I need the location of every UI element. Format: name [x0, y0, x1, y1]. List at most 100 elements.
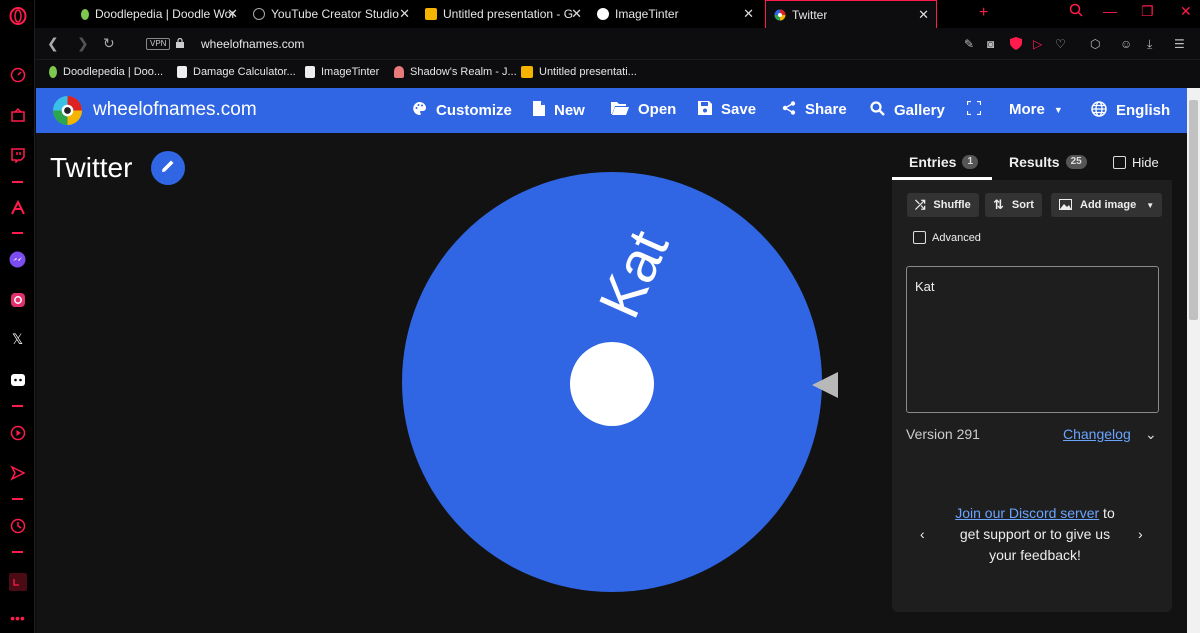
site-title[interactable]: wheelofnames.com [93, 99, 257, 121]
bookmark-shadows-realm[interactable]: Shadow's Realm - J... [394, 66, 517, 78]
edit-title-button[interactable] [151, 151, 185, 185]
checkbox-icon[interactable] [913, 231, 926, 244]
reload-icon[interactable]: ↻ [103, 35, 115, 52]
extensions-cube-icon[interactable]: ⬡ [1090, 37, 1100, 51]
workspace-icon[interactable] [8, 572, 27, 591]
tab-label: YouTube Creator Studio [271, 7, 399, 21]
player-icon[interactable] [8, 423, 27, 442]
minimize-icon[interactable]: — [1103, 3, 1117, 19]
aria-icon[interactable] [8, 198, 27, 217]
share-label: Share [805, 101, 847, 118]
vpn-badge[interactable]: VPN [146, 38, 171, 50]
image-icon [1059, 198, 1072, 213]
page-icon [177, 66, 187, 78]
x-twitter-icon[interactable]: 𝕏 [8, 330, 27, 349]
carousel-prev-icon[interactable]: ‹ [920, 526, 925, 542]
hide-checkbox[interactable]: Hide [1113, 155, 1159, 170]
bookmark-untitled-presentation[interactable]: Untitled presentati... [521, 66, 637, 78]
close-window-icon[interactable]: ✕ [1180, 3, 1192, 20]
speed-dial-icon[interactable] [8, 65, 27, 84]
carousel-next-icon[interactable]: › [1138, 526, 1143, 542]
globe-icon [1091, 101, 1107, 120]
restore-icon[interactable]: ❐ [1141, 3, 1154, 20]
chevron-down-icon[interactable]: ⌄ [1145, 426, 1157, 443]
close-tab-icon[interactable]: ✕ [399, 6, 410, 22]
heart-icon[interactable]: ♡ [1055, 37, 1066, 51]
discord-icon[interactable] [8, 370, 27, 389]
game-icon[interactable] [8, 105, 27, 124]
entries-count-badge: 1 [962, 155, 979, 169]
tab-twitter-active[interactable]: Twitter ✕ [765, 0, 937, 28]
rail-divider [12, 181, 23, 183]
history-icon[interactable] [8, 516, 27, 535]
results-tab[interactable]: Results 25 [1009, 154, 1087, 170]
language-button[interactable]: English [1091, 101, 1170, 120]
bookmark-doodlepedia[interactable]: Doodlepedia | Doo... [49, 66, 163, 78]
snapshot-edit-icon[interactable]: ✎ [964, 37, 974, 51]
close-tab-icon[interactable]: ✕ [571, 6, 582, 22]
bookmark-imagetinter[interactable]: ImageTinter [305, 66, 379, 78]
doodle-favicon-icon [81, 8, 89, 20]
customize-button[interactable]: Customize [412, 101, 512, 119]
language-label: English [1116, 102, 1171, 119]
ghost-favicon-icon [394, 66, 404, 78]
lock-icon [176, 38, 184, 48]
entries-tab[interactable]: Entries 1 [909, 154, 979, 170]
opera-logo-icon[interactable] [8, 6, 27, 25]
adblock-shield-icon[interactable] [1010, 37, 1022, 53]
fullscreen-icon [965, 99, 983, 118]
slides-favicon-icon [425, 8, 437, 20]
send-icon[interactable] [8, 463, 27, 482]
wheel-of-names[interactable]: Kat [402, 172, 822, 592]
page-scrollbar-thumb[interactable] [1189, 100, 1198, 320]
close-tab-icon[interactable]: ✕ [743, 6, 754, 22]
messenger-icon[interactable] [8, 250, 27, 269]
forward-icon[interactable]: ❯ [77, 35, 89, 52]
wheel-logo-icon[interactable] [52, 95, 83, 126]
close-tab-icon[interactable]: ✕ [918, 7, 929, 23]
fullscreen-button[interactable] [965, 99, 990, 118]
download-icon[interactable]: ⤓ [1147, 37, 1152, 52]
save-label: Save [721, 101, 757, 118]
tab-doodlepedia[interactable]: Doodlepedia | Doodle Wor ✕ [73, 0, 245, 28]
checkbox-icon[interactable] [1113, 156, 1126, 169]
bookmark-label: Doodlepedia | Doo... [63, 66, 164, 78]
url-field[interactable]: wheelofnames.com [201, 37, 304, 51]
save-icon [698, 101, 712, 118]
camera-icon[interactable]: ◙ [987, 37, 994, 51]
new-tab-button[interactable]: + [979, 4, 988, 22]
add-image-button[interactable]: Add image ▼ [1051, 193, 1163, 217]
open-button[interactable]: Open [611, 101, 676, 118]
discord-link[interactable]: Join our Discord server [955, 505, 1099, 521]
player-send-icon[interactable]: ▷ [1033, 37, 1042, 51]
wheel-title: Twitter [50, 152, 133, 183]
close-tab-icon[interactable]: ✕ [227, 6, 238, 22]
tab-search-icon[interactable] [1069, 3, 1083, 20]
more-dots-icon[interactable]: ••• [8, 608, 27, 627]
new-button[interactable]: New [533, 101, 585, 119]
changelog-link[interactable]: Changelog [1063, 426, 1131, 442]
bookmark-damage-calculator[interactable]: Damage Calculator... [177, 66, 296, 78]
sort-button[interactable]: ⇅ Sort [985, 193, 1042, 217]
instagram-icon[interactable] [8, 290, 27, 309]
bookmark-label: Shadow's Realm - J... [410, 66, 517, 78]
save-button[interactable]: Save [698, 101, 756, 118]
tab-imagetinter[interactable]: ImageTinter ✕ [589, 0, 761, 28]
wheel-center[interactable] [570, 342, 654, 426]
wheel-favicon-icon [774, 9, 786, 21]
shuffle-button[interactable]: ⤮ Shuffle [907, 193, 979, 217]
advanced-checkbox[interactable]: Advanced [913, 231, 981, 244]
share-button[interactable]: Share [782, 101, 847, 118]
tab-youtube-studio[interactable]: YouTube Creator Studio ✕ [245, 0, 417, 28]
advanced-label: Advanced [932, 231, 981, 244]
twitch-icon[interactable] [8, 145, 27, 164]
more-label: More [1009, 101, 1045, 118]
entries-textarea[interactable]: Kat [906, 266, 1159, 413]
tab-google-slides[interactable]: Untitled presentation - Goo ✕ [417, 0, 589, 28]
profile-icon[interactable]: ☺ [1120, 37, 1132, 51]
more-button[interactable]: More ▼ [1009, 101, 1063, 118]
easy-setup-icon[interactable]: ☰ [1174, 37, 1185, 51]
gallery-button[interactable]: Gallery [870, 101, 945, 119]
back-icon[interactable]: ❮ [47, 35, 59, 52]
customize-label: Customize [436, 101, 512, 119]
